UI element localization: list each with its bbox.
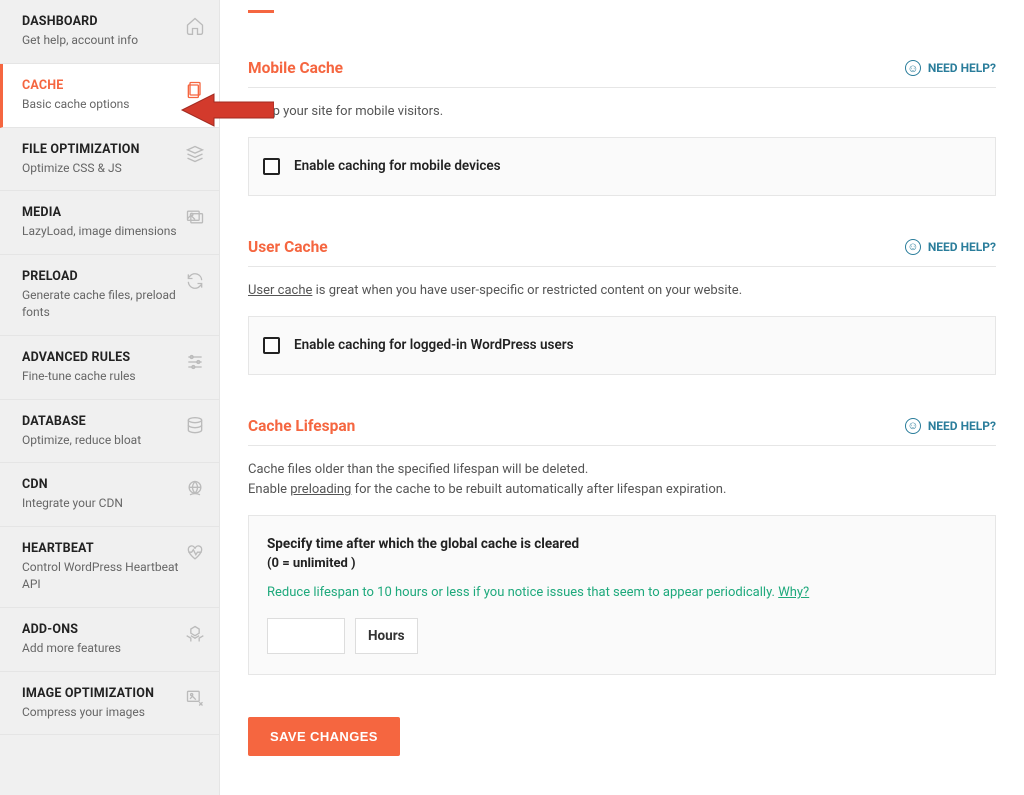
user-cache-doc-link[interactable]: User cache bbox=[248, 283, 312, 298]
sidebar-item-addons[interactable]: ADD-ONS Add more features bbox=[0, 608, 219, 672]
sidebar-item-database[interactable]: DATABASE Optimize, reduce bloat bbox=[0, 400, 219, 464]
need-help-label: NEED HELP? bbox=[928, 240, 996, 254]
sidebar-item-preload[interactable]: PRELOAD Generate cache files, preload fo… bbox=[0, 255, 219, 336]
heartbeat-icon bbox=[185, 543, 205, 563]
sidebar-item-dashboard[interactable]: DASHBOARD Get help, account info bbox=[0, 0, 219, 64]
section-description: ed up your site for mobile visitors. bbox=[248, 102, 996, 123]
option-box: Enable caching for mobile devices bbox=[248, 137, 996, 196]
sidebar-item-advanced-rules[interactable]: ADVANCED RULES Fine-tune cache rules bbox=[0, 336, 219, 400]
need-help-link[interactable]: ☺ NEED HELP? bbox=[905, 239, 996, 255]
sidebar-item-title: HEARTBEAT bbox=[22, 541, 179, 556]
checkbox-label: Enable caching for logged-in WordPress u… bbox=[294, 337, 574, 353]
lifespan-box-sub: (0 = unlimited ) bbox=[267, 556, 977, 571]
sidebar-item-title: ADD-ONS bbox=[22, 622, 179, 637]
sidebar-item-media[interactable]: MEDIA LazyLoad, image dimensions bbox=[0, 191, 219, 255]
boxes-icon bbox=[185, 624, 205, 644]
section-user-cache: User Cache ☺ NEED HELP? User cache is gr… bbox=[248, 238, 996, 375]
sidebar-item-sub: Fine-tune cache rules bbox=[22, 368, 179, 385]
lifespan-box-title: Specify time after which the global cach… bbox=[267, 536, 977, 552]
sidebar: DASHBOARD Get help, account info CACHE B… bbox=[0, 0, 220, 795]
globe-icon bbox=[185, 479, 205, 499]
sidebar-item-title: FILE OPTIMIZATION bbox=[22, 142, 179, 157]
preloading-doc-link[interactable]: preloading bbox=[290, 482, 351, 497]
lifespan-value-input[interactable] bbox=[267, 618, 345, 654]
sidebar-item-title: DASHBOARD bbox=[22, 14, 179, 29]
active-tab-indicator bbox=[248, 10, 274, 13]
lifespan-hint: Reduce lifespan to 10 hours or less if y… bbox=[267, 585, 977, 600]
hint-why-link[interactable]: Why? bbox=[778, 585, 809, 600]
help-icon: ☺ bbox=[905, 418, 921, 434]
option-box: Enable caching for logged-in WordPress u… bbox=[248, 316, 996, 375]
refresh-icon bbox=[185, 271, 205, 291]
section-title: Mobile Cache bbox=[248, 59, 343, 77]
sidebar-item-title: IMAGE OPTIMIZATION bbox=[22, 686, 179, 701]
sidebar-item-image-optimization[interactable]: IMAGE OPTIMIZATION Compress your images bbox=[0, 672, 219, 736]
need-help-link[interactable]: ☺ NEED HELP? bbox=[905, 60, 996, 76]
desc-text: is great when you have user-specific or … bbox=[312, 283, 742, 298]
sliders-icon bbox=[185, 352, 205, 372]
sidebar-item-sub: Add more features bbox=[22, 640, 179, 657]
section-description: User cache is great when you have user-s… bbox=[248, 281, 996, 302]
checkbox-label: Enable caching for mobile devices bbox=[294, 158, 501, 174]
sidebar-item-title: DATABASE bbox=[22, 414, 179, 429]
sidebar-item-sub: Optimize CSS & JS bbox=[22, 160, 179, 177]
sidebar-item-cdn[interactable]: CDN Integrate your CDN bbox=[0, 463, 219, 527]
sidebar-item-title: CACHE bbox=[22, 78, 179, 93]
section-mobile-cache: Mobile Cache ☺ NEED HELP? ed up your sit… bbox=[248, 59, 996, 196]
sidebar-item-sub: Basic cache options bbox=[22, 96, 179, 113]
desc-line-2a: Enable bbox=[248, 482, 290, 497]
sidebar-item-heartbeat[interactable]: HEARTBEAT Control WordPress Heartbeat AP… bbox=[0, 527, 219, 608]
lifespan-unit-select[interactable]: Hours bbox=[355, 618, 418, 654]
sidebar-item-title: PRELOAD bbox=[22, 269, 179, 284]
sidebar-item-sub: Get help, account info bbox=[22, 32, 179, 49]
help-icon: ☺ bbox=[905, 239, 921, 255]
lifespan-box: Specify time after which the global cach… bbox=[248, 515, 996, 675]
sidebar-item-sub: Integrate your CDN bbox=[22, 495, 179, 512]
mobile-cache-checkbox[interactable] bbox=[263, 158, 280, 175]
sidebar-item-title: CDN bbox=[22, 477, 179, 492]
need-help-label: NEED HELP? bbox=[928, 61, 996, 75]
help-icon: ☺ bbox=[905, 60, 921, 76]
section-cache-lifespan: Cache Lifespan ☺ NEED HELP? Cache files … bbox=[248, 417, 996, 676]
need-help-link[interactable]: ☺ NEED HELP? bbox=[905, 418, 996, 434]
save-changes-button[interactable]: SAVE CHANGES bbox=[248, 717, 400, 756]
need-help-label: NEED HELP? bbox=[928, 419, 996, 433]
sidebar-item-sub: Compress your images bbox=[22, 704, 179, 721]
stack-icon bbox=[185, 144, 205, 164]
section-description: Cache files older than the specified lif… bbox=[248, 460, 996, 502]
hint-text: Reduce lifespan to 10 hours or less if y… bbox=[267, 585, 778, 600]
images-icon bbox=[185, 207, 205, 227]
sidebar-item-cache[interactable]: CACHE Basic cache options bbox=[0, 64, 219, 128]
section-title: Cache Lifespan bbox=[248, 417, 355, 435]
section-title: User Cache bbox=[248, 238, 328, 256]
sidebar-item-sub: Optimize, reduce bloat bbox=[22, 432, 179, 449]
database-icon bbox=[185, 416, 205, 436]
home-icon bbox=[185, 16, 205, 36]
sidebar-item-file-optimization[interactable]: FILE OPTIMIZATION Optimize CSS & JS bbox=[0, 128, 219, 192]
desc-line-2b: for the cache to be rebuilt automaticall… bbox=[351, 482, 726, 497]
main-content: Mobile Cache ☺ NEED HELP? ed up your sit… bbox=[220, 0, 1024, 795]
sidebar-item-sub: Control WordPress Heartbeat API bbox=[22, 559, 179, 593]
sidebar-item-sub: Generate cache files, preload fonts bbox=[22, 287, 179, 321]
sidebar-item-sub: LazyLoad, image dimensions bbox=[22, 223, 179, 240]
compress-image-icon bbox=[185, 688, 205, 708]
sidebar-item-title: MEDIA bbox=[22, 205, 179, 220]
desc-line-1: Cache files older than the specified lif… bbox=[248, 462, 588, 477]
files-icon bbox=[185, 80, 205, 100]
user-cache-checkbox[interactable] bbox=[263, 337, 280, 354]
sidebar-item-title: ADVANCED RULES bbox=[22, 350, 179, 365]
